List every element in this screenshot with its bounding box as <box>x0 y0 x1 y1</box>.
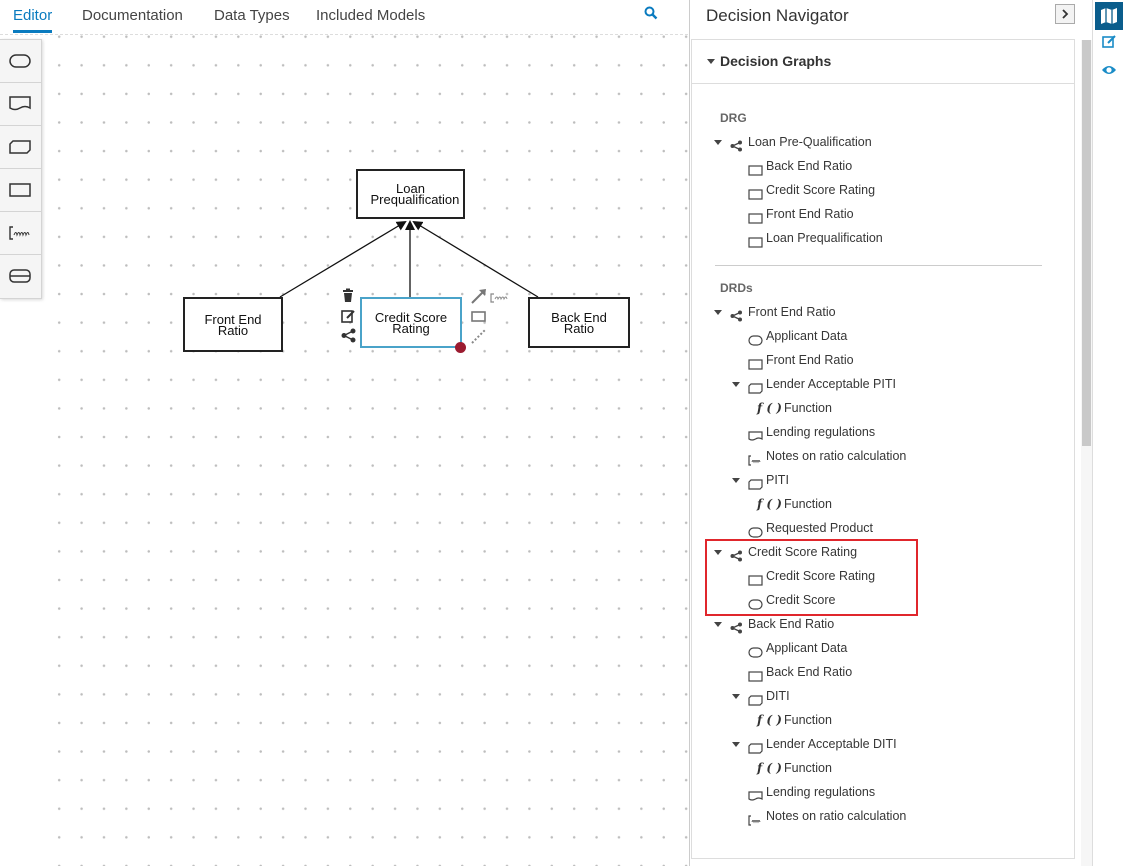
palette-decision[interactable] <box>0 169 41 212</box>
navigator-item-label: Notes on ratio calculation <box>766 449 907 463</box>
node-label: Back End Ratio <box>551 309 607 336</box>
caret-down-icon[interactable] <box>714 310 722 315</box>
knowledge-icon <box>748 786 763 810</box>
shape-palette <box>0 39 42 299</box>
decision-icon <box>748 666 763 690</box>
eye-icon <box>1102 66 1116 74</box>
navigator-item-label: Function <box>784 401 832 415</box>
navigator-item-label: Function <box>784 713 832 727</box>
caret-down-icon[interactable] <box>732 478 740 483</box>
caret-down-icon[interactable] <box>714 622 722 627</box>
annotation-icon <box>748 810 763 834</box>
knowledge-icon <box>748 426 763 450</box>
connector-handle[interactable] <box>455 342 466 353</box>
share-icon[interactable] <box>341 328 357 344</box>
caret-down-icon[interactable] <box>732 694 740 699</box>
edit-icon <box>1102 35 1116 48</box>
decision-graphs-header[interactable]: Decision Graphs <box>692 40 1074 84</box>
navigator-item-label: Function <box>784 761 832 775</box>
node-front-end-ratio[interactable]: Front End Ratio <box>183 297 283 352</box>
node-back-end-ratio[interactable]: Back End Ratio <box>528 297 630 348</box>
decision-service-icon <box>9 269 31 283</box>
input-icon <box>748 642 763 666</box>
navigator-item-label: DITI <box>766 689 790 703</box>
navigator-item-label: Requested Product <box>766 521 874 535</box>
decision-icon <box>748 354 763 378</box>
section-separator <box>715 265 1042 266</box>
function-icon: f ( ) <box>757 401 782 415</box>
node-label: Credit Score Rating <box>374 309 448 336</box>
navigator-item-label: Lender Acceptable PITI <box>766 377 896 391</box>
navigator-title: Decision Navigator <box>706 6 849 25</box>
collapse-navigator-button[interactable] <box>1055 4 1075 24</box>
caret-down-icon <box>707 59 715 64</box>
navigator-item-label: Lender Acceptable DITI <box>766 737 897 751</box>
node-label: Loan Prequalification <box>370 181 460 207</box>
graph-icon <box>730 306 743 330</box>
drg-section-label: DRG <box>720 111 747 125</box>
graph-icon <box>730 136 743 160</box>
node-credit-score-rating[interactable]: Credit Score Rating <box>360 297 462 348</box>
navigator-scrollbar[interactable] <box>1082 40 1091 446</box>
palette-input-data[interactable] <box>0 40 41 83</box>
highlight-box <box>705 539 918 616</box>
navigator-item-label: Lending regulations <box>766 425 876 439</box>
dashed-connector-icon[interactable] <box>471 328 487 344</box>
input-icon <box>748 330 763 354</box>
edge-front-to-loan[interactable] <box>279 220 407 298</box>
decision-icon <box>748 232 763 256</box>
navigator-item-label: Applicant Data <box>766 641 848 655</box>
palette-text-annotation[interactable] <box>0 212 41 255</box>
navigator-item-label: Notes on ratio calculation <box>766 809 907 823</box>
navigator-item-label: Loan Pre-Qualification <box>748 135 872 149</box>
navigator-item-label: Function <box>784 497 832 511</box>
drds-section-label: DRDs <box>720 281 753 295</box>
business-knowledge-model-icon <box>9 140 31 154</box>
annotation-icon[interactable] <box>490 290 508 306</box>
connector-arrow-icon[interactable] <box>471 288 487 304</box>
edge-back-to-loan[interactable] <box>412 220 539 298</box>
decision-icon <box>748 184 763 208</box>
decision-navigator-toggle[interactable] <box>1095 2 1123 30</box>
sidebar-border <box>1092 0 1093 866</box>
properties-toggle[interactable] <box>1095 28 1123 56</box>
node-loan-prequalification[interactable]: Loan Prequalification <box>356 169 465 219</box>
palette-business-knowledge-model[interactable] <box>0 126 41 169</box>
navigator-item-label: Applicant Data <box>766 329 848 343</box>
caret-down-icon[interactable] <box>732 382 740 387</box>
decision-icon <box>748 160 763 184</box>
trash-icon[interactable] <box>341 288 357 304</box>
palette-decision-service[interactable] <box>0 255 41 297</box>
navigator-item-label: Front End Ratio <box>766 353 854 367</box>
navigator-item-label: Loan Prequalification <box>766 231 883 245</box>
decision-icon <box>748 208 763 232</box>
function-icon: f ( ) <box>757 497 782 511</box>
graph-icon <box>730 618 743 642</box>
navigator-item-label: Back End Ratio <box>766 665 853 679</box>
input-data-icon <box>9 54 31 68</box>
navigator-item-label: Credit Score Rating <box>766 183 876 197</box>
navigator-item-label: Back End Ratio <box>766 159 853 173</box>
diagram-edges <box>279 220 539 298</box>
edit-icon[interactable] <box>341 309 357 325</box>
annotation-icon <box>748 450 763 474</box>
chevron-right-icon <box>1062 9 1069 19</box>
navigator-item-label: Front End Ratio <box>748 305 836 319</box>
text-annotation-icon <box>9 226 30 240</box>
map-icon <box>1101 8 1117 24</box>
caret-down-icon[interactable] <box>714 140 722 145</box>
preview-toggle[interactable] <box>1095 56 1123 84</box>
navigator-item-label: Front End Ratio <box>766 207 854 221</box>
node-label: Front End Ratio <box>204 311 262 338</box>
function-icon: f ( ) <box>757 761 782 775</box>
navigator-item-label: PITI <box>766 473 789 487</box>
navigator-item-label: Lending regulations <box>766 785 876 799</box>
decision-icon <box>9 183 31 197</box>
function-icon: f ( ) <box>757 713 782 727</box>
decision-graphs-label: Decision Graphs <box>720 53 832 69</box>
palette-knowledge-source[interactable] <box>0 83 41 126</box>
decision-node-icon[interactable] <box>471 309 487 325</box>
knowledge-source-icon <box>9 96 31 111</box>
caret-down-icon[interactable] <box>732 742 740 747</box>
